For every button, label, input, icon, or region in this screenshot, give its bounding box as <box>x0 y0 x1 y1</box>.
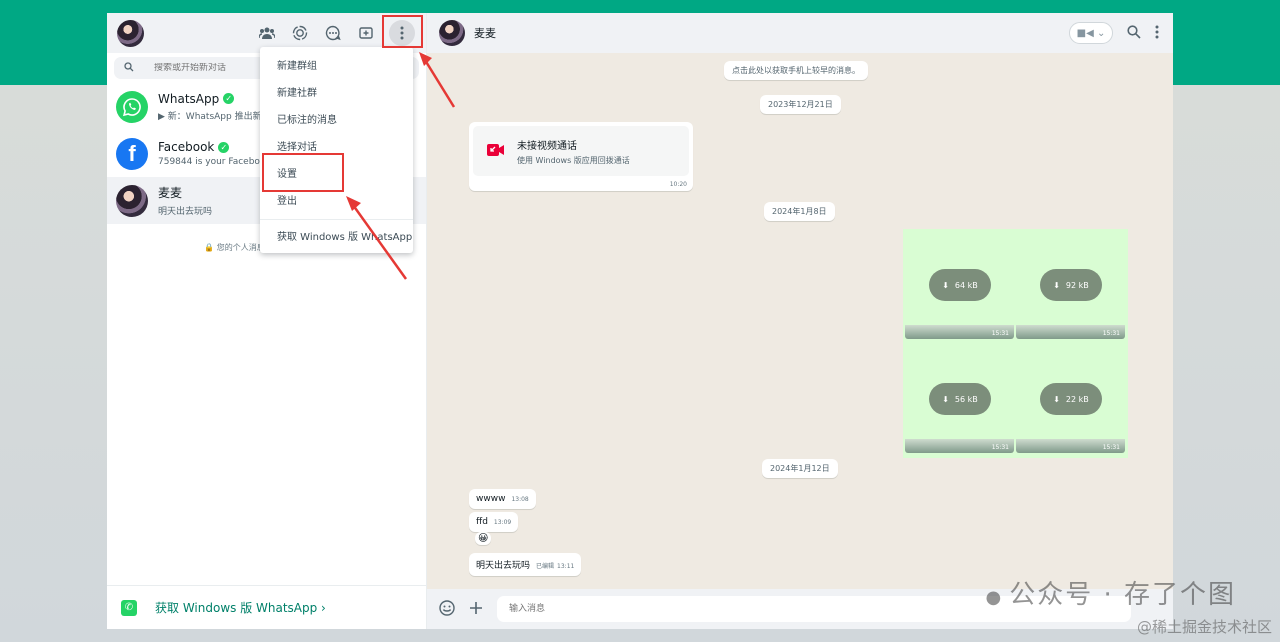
wechat-icon: ● <box>985 587 1004 608</box>
annotation-arrows <box>346 52 456 280</box>
watermark-text: 公众号 · 存了个图 <box>1009 580 1236 610</box>
watermark: ● 公众号 · 存了个图 <box>985 574 1236 611</box>
watermark-site: @稀土掘金技术社区 <box>1136 618 1272 636</box>
